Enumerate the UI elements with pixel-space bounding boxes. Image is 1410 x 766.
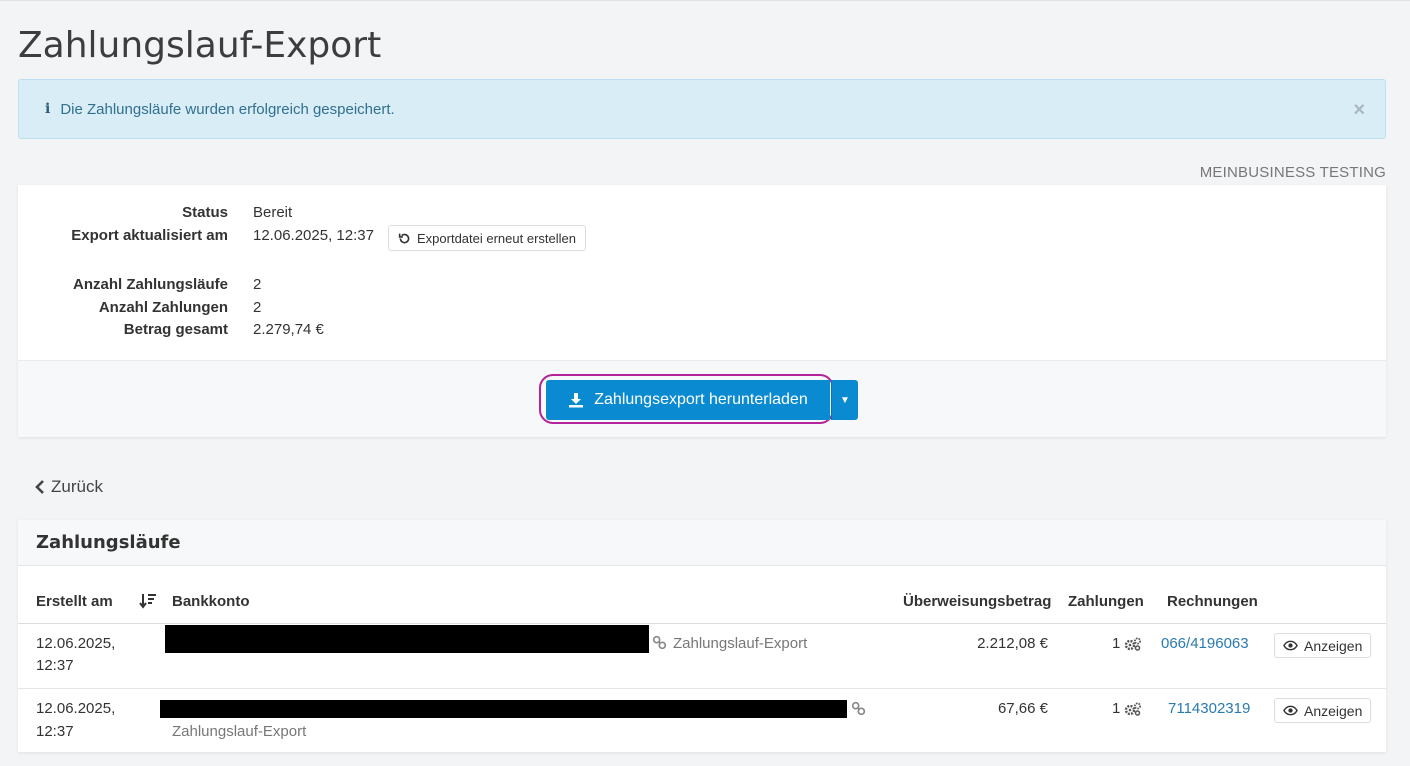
row-amount: 67,66 € bbox=[997, 700, 1048, 717]
view-button[interactable]: Anzeigen bbox=[1274, 633, 1372, 658]
status-value: Bereit bbox=[253, 204, 293, 221]
page-title: Zahlungslauf-Export bbox=[18, 25, 382, 66]
eye-icon bbox=[1283, 640, 1298, 651]
regenerate-export-label: Exportdatei erneut erstellen bbox=[417, 230, 576, 246]
redacted-account bbox=[160, 700, 847, 718]
col-invoices[interactable]: Rechnungen bbox=[1167, 593, 1258, 610]
col-account[interactable]: Bankkonto bbox=[172, 593, 250, 610]
row-payments: 1 bbox=[1112, 700, 1121, 717]
invoice-link[interactable]: 066/4196063 bbox=[1161, 635, 1249, 652]
download-options-dropdown[interactable]: ▼ bbox=[831, 380, 858, 420]
refresh-icon bbox=[398, 233, 410, 243]
status-label: Status bbox=[182, 204, 228, 221]
info-icon: i bbox=[45, 101, 51, 117]
row-amount: 2.212,08 € bbox=[977, 635, 1048, 652]
view-button-label: Anzeigen bbox=[1304, 637, 1363, 654]
col-amount[interactable]: Überweisungsbetrag bbox=[903, 593, 1051, 610]
link-icon bbox=[652, 635, 667, 650]
regenerate-export-button[interactable]: Exportdatei erneut erstellen bbox=[388, 225, 586, 251]
runs-count-value: 2 bbox=[253, 276, 262, 293]
gears-icon bbox=[1124, 702, 1141, 716]
col-payments[interactable]: Zahlungen bbox=[1068, 593, 1144, 610]
redacted-account bbox=[165, 625, 649, 653]
row-date: 12.06.2025, bbox=[36, 635, 116, 652]
gears-icon bbox=[1124, 637, 1141, 651]
updated-label: Export aktualisiert am bbox=[71, 227, 228, 244]
row-time: 12:37 bbox=[36, 657, 74, 674]
view-button-label: Anzeigen bbox=[1304, 702, 1363, 719]
download-export-label: Zahlungsexport herunterladen bbox=[594, 391, 808, 408]
header-divider bbox=[18, 623, 1386, 624]
download-export-button[interactable]: Zahlungsexport herunterladen bbox=[546, 380, 830, 420]
alert-message: Die Zahlungsläufe wurden erfolgreich ges… bbox=[60, 100, 395, 118]
download-icon bbox=[569, 393, 584, 408]
sort-desc-icon[interactable] bbox=[139, 592, 157, 610]
summary-footer: Zahlungsexport herunterladen ▼ bbox=[18, 360, 1386, 437]
total-amount-value: 2.279,74 € bbox=[253, 321, 324, 338]
account-label[interactable]: Zahlungslauf-Export bbox=[673, 635, 807, 652]
row-time: 12:37 bbox=[36, 723, 74, 740]
company-name: MEINBUSINESS TESTING bbox=[1199, 164, 1386, 181]
caret-down-icon: ▼ bbox=[840, 394, 850, 406]
success-alert: i Die Zahlungsläufe wurden erfolgreich g… bbox=[18, 79, 1386, 139]
view-button[interactable]: Anzeigen bbox=[1274, 698, 1372, 723]
runs-count-label: Anzahl Zahlungsläufe bbox=[72, 276, 228, 293]
payments-count-value: 2 bbox=[253, 299, 262, 316]
chevron-left-icon bbox=[35, 480, 44, 494]
updated-value: 12.06.2025, 12:37 bbox=[253, 227, 374, 244]
invoice-link[interactable]: 7114302319 bbox=[1168, 700, 1250, 717]
row-payments: 1 bbox=[1112, 635, 1121, 652]
payment-runs-panel: Zahlungsläufe Erstellt am Bankkonto Über… bbox=[18, 520, 1386, 752]
back-link-label: Zurück bbox=[51, 477, 103, 496]
row-date: 12.06.2025, bbox=[36, 700, 116, 717]
col-created[interactable]: Erstellt am bbox=[36, 593, 113, 610]
total-amount-label: Betrag gesamt bbox=[123, 321, 228, 338]
back-link[interactable]: Zurück bbox=[34, 477, 103, 497]
payments-count-label: Anzahl Zahlungen bbox=[98, 299, 228, 316]
row-divider bbox=[18, 688, 1386, 689]
export-summary-panel: Status Bereit Export aktualisiert am 12.… bbox=[18, 185, 1386, 437]
link-icon bbox=[851, 701, 866, 716]
account-label[interactable]: Zahlungslauf-Export bbox=[172, 723, 306, 740]
close-icon[interactable]: × bbox=[1353, 99, 1365, 122]
payment-runs-title: Zahlungsläufe bbox=[18, 520, 1386, 566]
eye-icon bbox=[1283, 705, 1298, 716]
